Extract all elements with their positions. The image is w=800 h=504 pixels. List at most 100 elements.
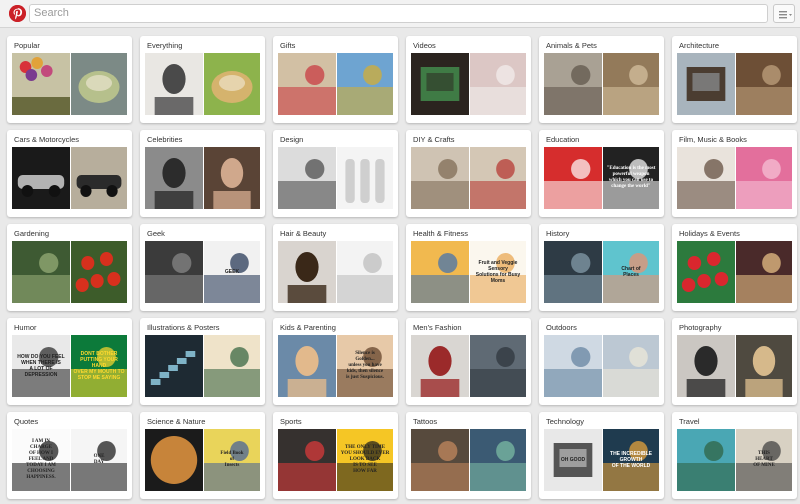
category-thumbnail[interactable]: Field Book of Insects xyxy=(204,429,260,491)
category-thumbnail[interactable] xyxy=(337,147,393,209)
category-thumbnail[interactable]: DONT BOTHER PUTTING YOUR HAND OVER MY MO… xyxy=(71,335,127,397)
category-thumbnail[interactable] xyxy=(411,241,469,303)
category-thumbnail[interactable] xyxy=(71,241,127,303)
category-thumbnail[interactable] xyxy=(337,241,393,303)
category-thumbnail[interactable] xyxy=(677,53,735,115)
category-card[interactable]: Tattoos xyxy=(406,412,531,499)
thumbnail-caption: THIS HEART OF MINE xyxy=(753,451,775,468)
category-card[interactable]: Holidays & Events xyxy=(672,224,797,311)
category-card[interactable]: History Chart of Places xyxy=(539,224,664,311)
category-thumbnail[interactable] xyxy=(736,335,792,397)
category-card[interactable]: Humor HOW DO YOU FEEL WHEN THERE IS A LOT… xyxy=(7,318,132,405)
category-thumbnail[interactable] xyxy=(278,147,336,209)
category-thumbnail[interactable] xyxy=(544,335,602,397)
category-thumbnail[interactable] xyxy=(736,147,792,209)
category-thumbnail[interactable] xyxy=(411,429,469,491)
category-card[interactable]: Gifts xyxy=(273,36,398,123)
category-card[interactable]: Videos xyxy=(406,36,531,123)
category-card[interactable]: Health & Fitness Fruit and Veggie Sensory… xyxy=(406,224,531,311)
category-title: Humor xyxy=(14,323,37,332)
category-thumbnail[interactable] xyxy=(411,335,469,397)
hamburger-menu-icon[interactable] xyxy=(773,4,795,23)
category-card[interactable]: Sports THE ONLY TIME YOU SHOULD EVER LOOK… xyxy=(273,412,398,499)
category-thumbnail[interactable]: I AM IN CHARGE OF HOW I FEEL AND TODAY I… xyxy=(12,429,70,491)
category-card[interactable]: Travel THIS HEART OF MINE xyxy=(672,412,797,499)
category-thumbnail[interactable]: "Education is the most powerful weapon w… xyxy=(603,147,659,209)
category-card[interactable]: Kids & Parenting Silence is Golden... unl… xyxy=(273,318,398,405)
category-card[interactable]: Popular xyxy=(7,36,132,123)
category-card[interactable]: Illustrations & Posters xyxy=(140,318,265,405)
category-thumbnail[interactable] xyxy=(470,53,526,115)
category-card[interactable]: Gardening xyxy=(7,224,132,311)
category-thumbnail[interactable] xyxy=(278,429,336,491)
category-card[interactable]: Education "Education is the most powerful… xyxy=(539,130,664,217)
category-card[interactable]: Film, Music & Books xyxy=(672,130,797,217)
category-thumbnail[interactable] xyxy=(71,53,127,115)
category-thumbnail[interactable]: Fruit and Veggie Sensory Solutions for B… xyxy=(470,241,526,303)
category-thumbnail[interactable] xyxy=(470,335,526,397)
search-input[interactable]: Search xyxy=(29,4,768,23)
category-card[interactable]: Design xyxy=(273,130,398,217)
category-thumbnail[interactable]: Silence is Golden... unless you have kid… xyxy=(337,335,393,397)
category-thumbnail[interactable] xyxy=(677,147,735,209)
category-card[interactable]: Architecture xyxy=(672,36,797,123)
category-thumbnail[interactable] xyxy=(278,335,336,397)
category-thumbnail[interactable] xyxy=(12,53,70,115)
category-thumbnail[interactable] xyxy=(544,53,602,115)
category-thumbnail[interactable] xyxy=(736,241,792,303)
category-thumbnail[interactable] xyxy=(337,53,393,115)
category-card[interactable]: Technology OH GOOD THE INCREDIBLE GROWTH O… xyxy=(539,412,664,499)
thumbnail-caption: THE INCREDIBLE GROWTH OF THE WORLD xyxy=(610,451,652,469)
category-thumbnail[interactable] xyxy=(204,147,260,209)
category-thumbnail[interactable] xyxy=(736,53,792,115)
category-card[interactable]: Science & Nature Field Book of Insects xyxy=(140,412,265,499)
category-thumbnail[interactable] xyxy=(603,335,659,397)
category-thumbnail[interactable] xyxy=(71,147,127,209)
category-thumbnail[interactable] xyxy=(603,53,659,115)
category-card[interactable]: Everything xyxy=(140,36,265,123)
category-card[interactable]: Quotes I AM IN CHARGE OF HOW I FEEL AND T… xyxy=(7,412,132,499)
category-card[interactable]: Hair & Beauty xyxy=(273,224,398,311)
category-card[interactable]: Men's Fashion xyxy=(406,318,531,405)
category-thumbnail[interactable] xyxy=(145,53,203,115)
category-thumbnail[interactable] xyxy=(411,53,469,115)
category-card[interactable]: Animals & Pets xyxy=(539,36,664,123)
category-thumbnail[interactable]: OH GOOD xyxy=(544,429,602,491)
category-thumbnail[interactable]: GEEK xyxy=(204,241,260,303)
category-thumbnail[interactable]: THE ONLY TIME YOU SHOULD EVER LOOK BACK … xyxy=(337,429,393,491)
thumbnail-caption: GEEK xyxy=(224,269,240,275)
category-thumbnail[interactable]: HOW DO YOU FEEL WHEN THERE IS A LOT OF D… xyxy=(12,335,70,397)
category-thumbnail[interactable] xyxy=(544,241,602,303)
thumbnail-caption: Field Book of Insects xyxy=(220,451,244,468)
category-thumbnail[interactable] xyxy=(470,429,526,491)
category-card[interactable]: DIY & Crafts xyxy=(406,130,531,217)
category-thumbnail[interactable] xyxy=(278,53,336,115)
category-title: Outdoors xyxy=(546,323,577,332)
category-thumbnail[interactable] xyxy=(677,335,735,397)
category-thumbnail[interactable] xyxy=(677,241,735,303)
category-thumbnail[interactable] xyxy=(278,241,336,303)
category-thumbnail[interactable] xyxy=(204,335,260,397)
category-thumbnail[interactable] xyxy=(12,241,70,303)
category-thumbnail[interactable] xyxy=(470,147,526,209)
category-card[interactable]: Photography xyxy=(672,318,797,405)
category-thumbnail[interactable]: ONE DAY xyxy=(71,429,127,491)
category-card[interactable]: Cars & Motorcycles xyxy=(7,130,132,217)
category-thumbnail[interactable] xyxy=(145,335,203,397)
category-thumbnail[interactable] xyxy=(411,147,469,209)
category-thumbnail[interactable] xyxy=(677,429,735,491)
category-thumbnail[interactable]: THE INCREDIBLE GROWTH OF THE WORLD xyxy=(603,429,659,491)
category-title: Science & Nature xyxy=(147,417,206,426)
category-thumbnail[interactable] xyxy=(12,147,70,209)
category-thumbnail[interactable] xyxy=(544,147,602,209)
category-thumbnail[interactable] xyxy=(145,429,203,491)
category-card[interactable]: Celebrities xyxy=(140,130,265,217)
category-thumbnail[interactable] xyxy=(204,53,260,115)
category-card[interactable]: Outdoors xyxy=(539,318,664,405)
category-card[interactable]: Geek GEEK xyxy=(140,224,265,311)
category-thumbnail[interactable]: THIS HEART OF MINE xyxy=(736,429,792,491)
category-thumbnail[interactable] xyxy=(145,147,203,209)
category-thumbnail[interactable]: Chart of Places xyxy=(603,241,659,303)
category-thumbnail[interactable] xyxy=(145,241,203,303)
pinterest-logo-icon[interactable] xyxy=(9,5,26,22)
